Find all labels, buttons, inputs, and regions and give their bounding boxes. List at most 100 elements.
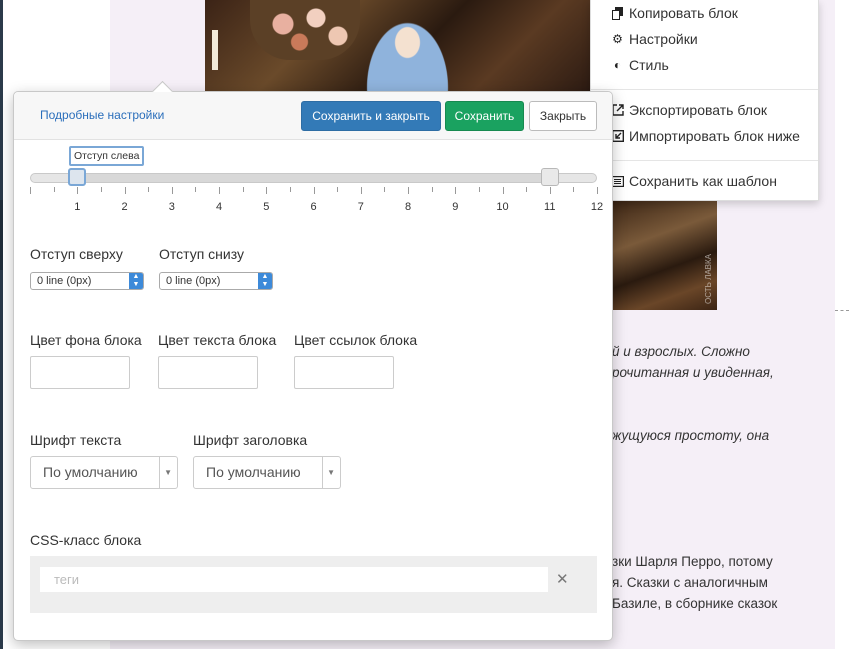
menu-item-save-template[interactable]: Сохранить как шаблон	[611, 173, 777, 189]
link-color-label: Цвет ссылок блока	[294, 332, 418, 348]
slider-tick-label: 12	[590, 201, 604, 213]
slider-tick	[526, 187, 528, 192]
chevron-down-icon: ▼	[164, 468, 172, 477]
article-text-line: Базиле, в сборнике сказок	[612, 596, 778, 611]
padding-bottom-value: 0 line (0px)	[166, 275, 221, 287]
slider-selection	[78, 174, 551, 182]
save-button[interactable]: Сохранить	[445, 101, 524, 131]
link-color-input[interactable]	[294, 356, 394, 389]
slider-tick	[549, 187, 551, 194]
slider-tick	[573, 187, 575, 192]
article-text-line: жущуюся простоту, она	[612, 428, 770, 443]
menu-item-export-block[interactable]: Экспортировать блок	[611, 102, 767, 118]
menu-item-label: Настройки	[629, 31, 698, 47]
select-arrows-icon: ▲ ▼	[129, 273, 143, 289]
menu-divider	[591, 160, 818, 161]
slider-tick-label: 4	[215, 201, 223, 213]
menu-item-label: Импортировать блок ниже	[629, 128, 800, 144]
slider-tick	[242, 187, 244, 192]
slider-tick-label: 10	[496, 201, 509, 213]
slider-handle-left[interactable]	[68, 168, 87, 186]
slider-tick-label: 3	[168, 201, 175, 213]
slider-tick	[313, 187, 315, 194]
slider-tick	[337, 187, 339, 192]
block-context-menu: Копировать блок ⚙ Настройки ◐ Стиль Эксп…	[590, 0, 819, 201]
dashed-guide	[835, 310, 849, 312]
bg-color-label: Цвет фона блока	[30, 332, 142, 348]
article-text-line: рочитанная и увиденная,	[612, 365, 774, 380]
slider-tick	[289, 187, 291, 192]
article-photo-side: ОСТЬ ЛАВКА	[612, 200, 717, 310]
chevron-down-icon: ▼	[327, 468, 335, 477]
slider-tick-label: 8	[404, 201, 412, 213]
slider-handle-right[interactable]	[540, 168, 559, 186]
slider-tick	[384, 187, 386, 192]
close-button[interactable]: Закрыть	[529, 101, 597, 131]
select-arrows-icon: ▲ ▼	[258, 273, 272, 289]
text-color-input[interactable]	[158, 356, 258, 389]
heading-font-value: По умолчанию	[206, 464, 301, 480]
menu-item-settings[interactable]: ⚙ Настройки	[611, 31, 698, 47]
slider-tick-label: 2	[121, 201, 128, 213]
select-divider	[322, 457, 323, 488]
menu-item-style[interactable]: ◐ Стиль	[611, 57, 669, 73]
slider-tick	[360, 187, 362, 194]
copy-icon	[611, 6, 624, 20]
slider-tick-label: 9	[452, 201, 459, 213]
article-text-line: й и взрослых. Сложно	[612, 344, 750, 359]
slider-tick	[478, 187, 480, 192]
padding-top-value: 0 line (0px)	[37, 275, 92, 287]
menu-divider	[591, 89, 818, 90]
heading-font-label: Шрифт заголовка	[193, 432, 308, 448]
slider-tick-label: 6	[310, 201, 317, 213]
padding-top-label: Отступ сверху	[30, 246, 123, 262]
css-class-tags-box: теги ✕	[30, 556, 597, 613]
select-divider	[159, 457, 160, 488]
slider-tick	[502, 187, 504, 194]
clear-icon[interactable]: ✕	[556, 570, 569, 588]
slider-tick	[408, 187, 409, 194]
block-settings-popover: Подробные настройки Сохранить и закрыть …	[13, 80, 613, 641]
slider-tick	[30, 187, 31, 194]
photo-figure	[365, 20, 450, 95]
photo-candle	[212, 30, 218, 70]
slider-tick	[171, 187, 173, 194]
menu-item-label: Сохранить как шаблон	[629, 173, 777, 189]
padding-bottom-label: Отступ снизу	[159, 246, 244, 262]
menu-item-copy-block[interactable]: Копировать блок	[611, 5, 738, 21]
left-padding-slider-track[interactable]	[30, 173, 597, 183]
slider-tick-label: 1	[74, 201, 81, 213]
text-font-select[interactable]: По умолчанию ▼	[30, 456, 178, 489]
css-class-tags-input[interactable]: теги	[40, 567, 548, 592]
slider-tick-label: 7	[357, 201, 364, 213]
menu-item-label: Стиль	[629, 57, 669, 73]
article-text-line: я. Сказки с аналогичным	[612, 575, 768, 590]
slider-tick-label: 5	[263, 201, 270, 213]
advanced-settings-link[interactable]: Подробные настройки	[40, 108, 164, 122]
popover-header: Подробные настройки Сохранить и закрыть …	[14, 92, 612, 140]
heading-font-select[interactable]: По умолчанию ▼	[193, 456, 341, 489]
slider-tick	[124, 187, 126, 194]
slider-tick-label: 11	[544, 201, 556, 213]
slider-tick	[219, 187, 220, 194]
text-font-value: По умолчанию	[43, 464, 138, 480]
css-class-label: CSS-класс блока	[30, 532, 142, 548]
save-and-close-button[interactable]: Сохранить и закрыть	[301, 101, 441, 131]
slider-scale: 1 2 3 4 5 6 7 8 9 10 11 12	[14, 187, 612, 217]
menu-item-label: Экспортировать блок	[629, 102, 767, 118]
menu-item-label: Копировать блок	[629, 5, 738, 21]
slider-tick	[100, 187, 102, 192]
padding-bottom-select[interactable]: 0 line (0px) ▲ ▼	[159, 272, 273, 290]
text-font-label: Шрифт текста	[30, 432, 122, 448]
padding-top-select[interactable]: 0 line (0px) ▲ ▼	[30, 272, 144, 290]
menu-item-import-block[interactable]: Импортировать блок ниже	[611, 128, 800, 144]
photo-watermark: ОСТЬ ЛАВКА	[704, 253, 713, 304]
contrast-icon: ◐	[613, 58, 622, 72]
photo-flowers	[250, 0, 360, 60]
slider-tick	[597, 187, 598, 194]
article-text-line: зки Шарля Перро, потому	[612, 554, 773, 569]
slider-tick	[431, 187, 433, 192]
slider-tick	[148, 187, 150, 192]
bg-color-input[interactable]	[30, 356, 130, 389]
slider-tick	[455, 187, 457, 194]
